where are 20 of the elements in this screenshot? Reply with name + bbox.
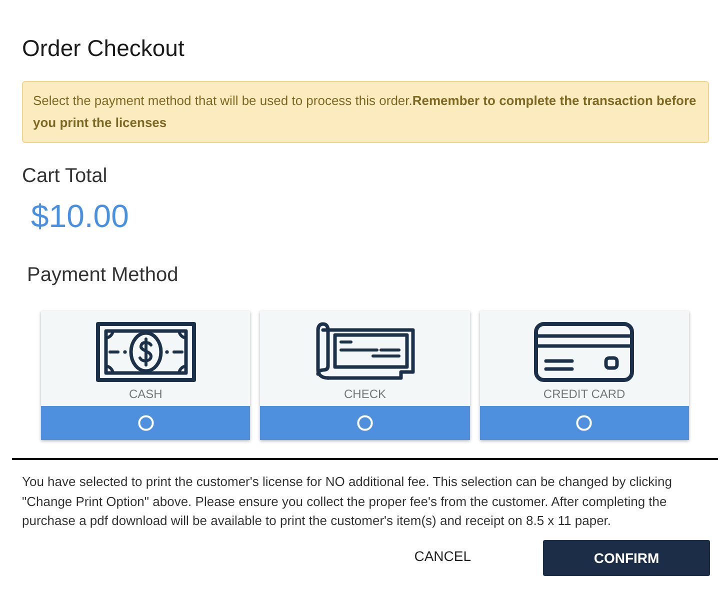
payment-option-card[interactable]: CHECK [260, 311, 470, 440]
print-option-notice: You have selected to print the customer's license for NO additional fee. This selection can be changed by clicking "Change Print Option" above. Please ensure you collect the proper fee's from the customer. After completing the purchase a pdf download will be available to print the customer's item(s) and receipt on 8.5 x 11 paper. [22, 473, 673, 530]
payment-option-label: CHECK [344, 387, 386, 402]
banknote-icon [96, 322, 196, 382]
payment-option-card[interactable]: CASH [41, 311, 250, 440]
payment-option-label: CREDIT CARD [543, 387, 626, 402]
cart-total-label: Cart Total [22, 164, 108, 188]
cart-total-amount: $10.00 [31, 197, 129, 235]
radio-button[interactable] [356, 415, 373, 431]
warning-alert: Select the payment method that will be used to process this order.Remember to complete the transaction before you print the licenses [22, 81, 709, 143]
cancel-button[interactable]: CANCEL [396, 540, 489, 572]
payment-option-label: CASH [128, 387, 162, 402]
payment-option-card[interactable]: CREDIT CARD [480, 311, 689, 440]
radio-button[interactable] [138, 415, 154, 431]
cheque-icon [314, 322, 415, 382]
payment-method-heading: Payment Method [27, 263, 178, 287]
dialog-title: Order Checkout [22, 35, 184, 61]
credit-card-icon [534, 322, 634, 382]
radio-button[interactable] [576, 415, 592, 431]
confirm-button[interactable]: CONFIRM [543, 540, 710, 576]
